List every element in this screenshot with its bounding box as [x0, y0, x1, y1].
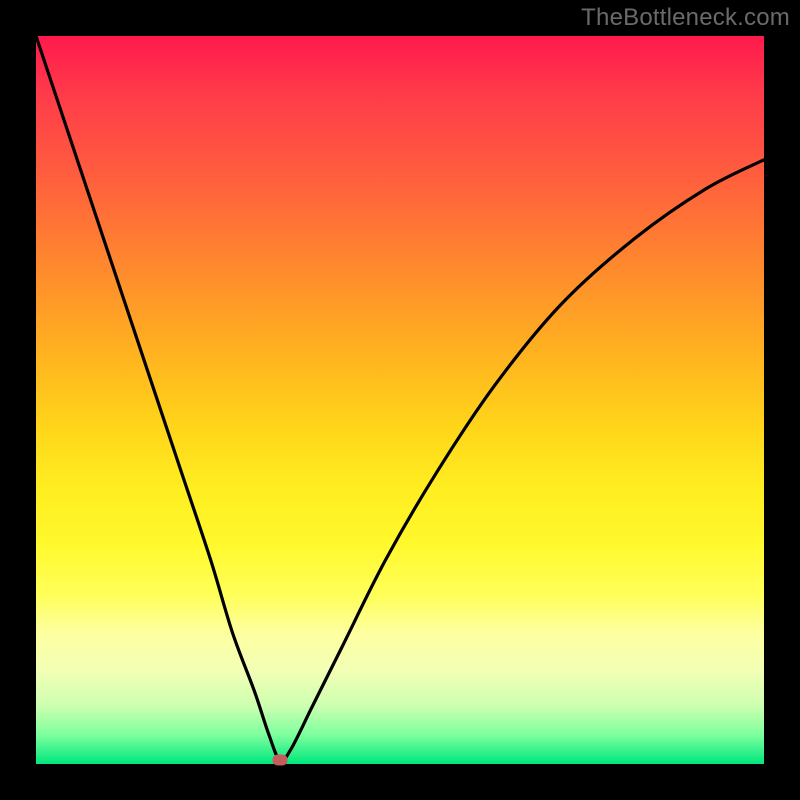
watermark-text: TheBottleneck.com — [581, 4, 790, 32]
optimum-marker — [272, 755, 287, 766]
chart-frame: TheBottleneck.com — [0, 0, 800, 800]
bottleneck-curve — [36, 36, 764, 764]
plot-area — [36, 36, 764, 764]
